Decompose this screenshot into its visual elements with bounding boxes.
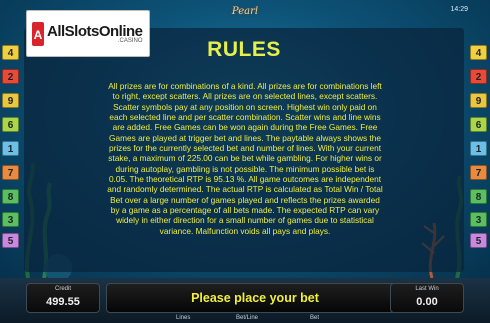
bet-button[interactable]: Bet [310, 315, 319, 321]
clock-display: 14:29 [450, 6, 468, 13]
rules-line: Scatter symbols pay at any position on s… [113, 101, 377, 112]
rules-line: Games are played at trigger bet and line… [109, 132, 381, 143]
credit-label: Credit [54, 286, 71, 292]
rules-line: Bet over a large number of games played … [110, 194, 380, 205]
last-win-value: 0.00 [416, 296, 438, 308]
last-win-label: Last Win [415, 286, 439, 292]
line-badge-right-1[interactable]: 1 [470, 141, 487, 156]
line-badge-right-2[interactable]: 2 [470, 69, 487, 84]
rules-line: 0.05. The theoretical RTP is 95.13 %. Al… [108, 174, 382, 185]
line-badge-right-8[interactable]: 8 [470, 189, 487, 204]
rules-line: variance. Malfunction voids all pays and… [159, 225, 331, 236]
rules-line: are added. Free Games can be won again d… [112, 122, 378, 133]
rules-line: widely in either direction for a small n… [116, 215, 374, 226]
line-badge-right-6[interactable]: 6 [470, 117, 487, 132]
rules-text: All prizes are for combinations of a kin… [54, 81, 436, 236]
rules-line: All prizes are for combinations of a kin… [108, 81, 382, 91]
rules-line: during autoplay, gambling is not possibl… [115, 163, 375, 174]
line-badge-left-8[interactable]: 8 [2, 189, 19, 204]
rules-line: to right, except scatters. All prizes ar… [112, 91, 378, 102]
line-badge-right-3[interactable]: 3 [470, 212, 487, 227]
line-badge-right-7[interactable]: 7 [470, 165, 487, 180]
status-message: Please place your bet [106, 283, 404, 313]
rules-line: and randomly determined. The actual RTP … [107, 184, 383, 195]
line-badge-right-5[interactable]: 5 [470, 233, 487, 248]
line-badge-left-4[interactable]: 4 [2, 45, 19, 60]
rules-line: each selected line and per scatter combi… [109, 112, 381, 123]
rules-line: by a game as a percentage of all bets ma… [110, 205, 380, 216]
lines-button[interactable]: Lines [176, 315, 190, 321]
line-badge-left-3[interactable]: 3 [2, 212, 19, 227]
game-logo: Pearl [231, 6, 259, 17]
line-badge-left-9[interactable]: 9 [2, 93, 19, 108]
credit-value: 499.55 [46, 296, 80, 308]
rules-title: RULES [207, 38, 281, 61]
credit-display: Credit 499.55 [26, 283, 100, 313]
line-badge-left-1[interactable]: 1 [2, 141, 19, 156]
bet-line-button[interactable]: Bet/Line [236, 315, 258, 321]
rules-line: stake, a maximum of 225.00 can be bet wh… [108, 153, 382, 164]
last-win-display: Last Win 0.00 [390, 283, 464, 313]
line-badge-left-6[interactable]: 6 [2, 117, 19, 132]
line-badge-right-9[interactable]: 9 [470, 93, 487, 108]
rules-line: prizes for the currently selected bet an… [108, 143, 382, 154]
game-background: 14:29 Pearl A AllSlotsOnline .CASINO RUL… [0, 0, 490, 278]
line-badge-right-4[interactable]: 4 [470, 45, 487, 60]
line-badge-left-5[interactable]: 5 [2, 233, 19, 248]
line-badge-left-2[interactable]: 2 [2, 69, 19, 84]
line-badge-left-7[interactable]: 7 [2, 165, 19, 180]
